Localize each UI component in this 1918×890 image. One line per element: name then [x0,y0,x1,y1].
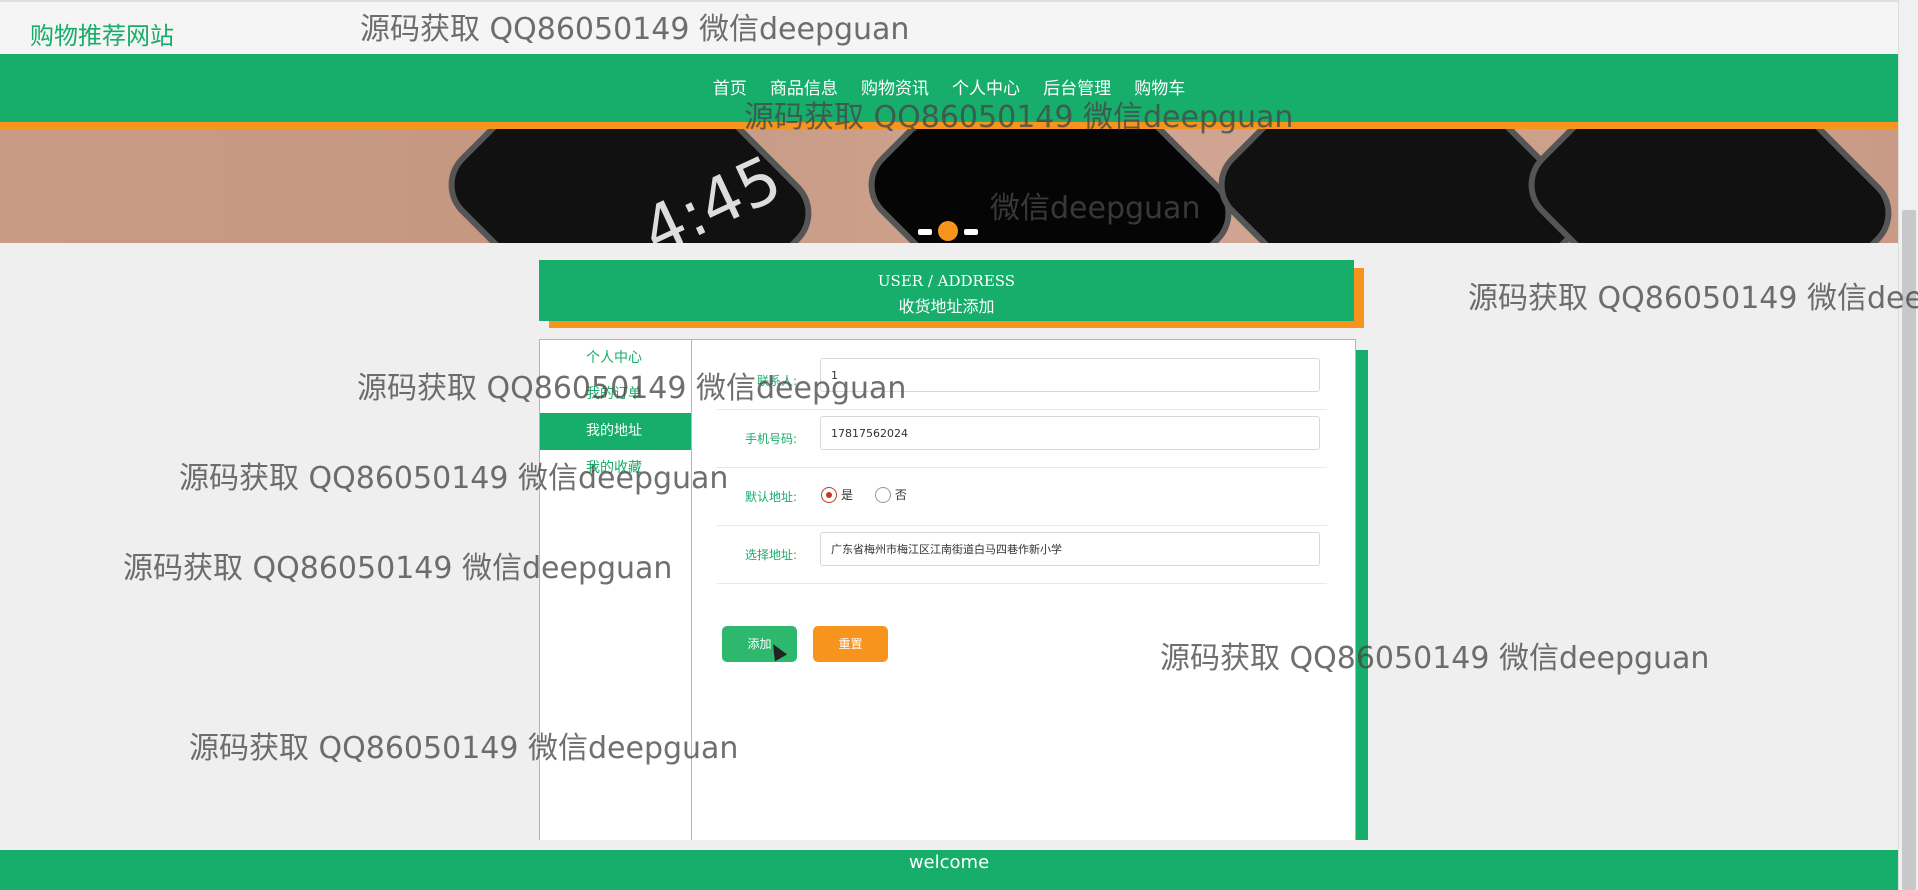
content-shadow [1356,350,1368,840]
address-label: 选择地址: [744,548,797,562]
sidebar-item-my-orders[interactable]: 我的订单 [540,376,691,413]
sidebar-item-my-address[interactable]: 我的地址 [540,413,691,450]
footer-gap [0,840,1898,850]
phone-input[interactable] [820,416,1320,450]
contact-input[interactable] [820,358,1320,392]
radio-no[interactable] [874,486,891,503]
nav-item-cart[interactable]: 购物车 [1134,74,1185,99]
contact-label: 联系人: [756,374,797,388]
phone-label: 手机号码: [744,432,797,446]
banner-phone-image [1512,129,1898,243]
content-panel: 个人中心 我的订单 我的地址 我的收藏 联系人: 手机号码: 默认地址: 是 否… [539,339,1356,841]
default-address-label: 默认地址: [744,490,797,504]
carousel-dot-active[interactable] [938,221,958,241]
footer: welcome [0,850,1898,890]
nav-item-admin[interactable]: 后台管理 [1043,74,1111,99]
radio-yes[interactable] [821,486,837,503]
nav-item-news[interactable]: 购物资讯 [861,74,929,99]
carousel-dot[interactable] [964,229,978,235]
address-input[interactable] [820,532,1320,566]
nav-items: 首页 商品信息 购物资讯 个人中心 后台管理 购物车 [0,74,1898,99]
nav-stripe [0,122,1898,129]
site-title[interactable]: 购物推荐网站 [30,16,174,51]
carousel-dot[interactable] [918,229,932,235]
address-form: 联系人: 手机号码: 默认地址: 是 否 选择地址: [717,340,1327,584]
banner-phone-image [852,129,1248,243]
radio-no-label[interactable]: 否 [895,488,907,502]
nav-item-user-center[interactable]: 个人中心 [952,74,1020,99]
add-button[interactable]: 添加 [722,626,797,662]
sidebar-item-my-favorites[interactable]: 我的收藏 [540,450,691,487]
nav-item-home[interactable]: 首页 [713,74,747,99]
user-sidebar: 个人中心 我的订单 我的地址 我的收藏 [540,340,692,840]
nav-item-products[interactable]: 商品信息 [770,74,838,99]
form-row-address: 选择地址: [717,526,1327,584]
page-scrollbar[interactable] [1898,0,1918,890]
form-row-contact: 联系人: [717,352,1327,410]
reset-button[interactable]: 重置 [813,626,888,662]
sidebar-item-user-center[interactable]: 个人中心 [540,340,691,376]
watermark-text: 源码获取 QQ86050149 微信deep [1468,281,1918,316]
radio-yes-label[interactable]: 是 [841,488,853,502]
main-nav: 首页 商品信息 购物资讯 个人中心 后台管理 购物车 [0,54,1898,122]
form-row-default: 默认地址: 是 否 [717,468,1327,526]
section-title-box: USER / ADDRESS 收货地址添加 [539,260,1354,321]
top-header: 购物推荐网站 [0,0,1898,54]
scrollbar-thumb[interactable] [1902,210,1916,890]
form-buttons: 添加 重置 [722,626,904,662]
section-title-en: USER / ADDRESS [877,272,1016,290]
default-address-radio-group: 是 否 [821,486,925,503]
banner-carousel[interactable]: 4:45 [0,129,1898,243]
section-title-cn: 收货地址添加 [898,297,995,316]
footer-text: welcome [908,852,990,873]
form-row-phone: 手机号码: [717,410,1327,468]
